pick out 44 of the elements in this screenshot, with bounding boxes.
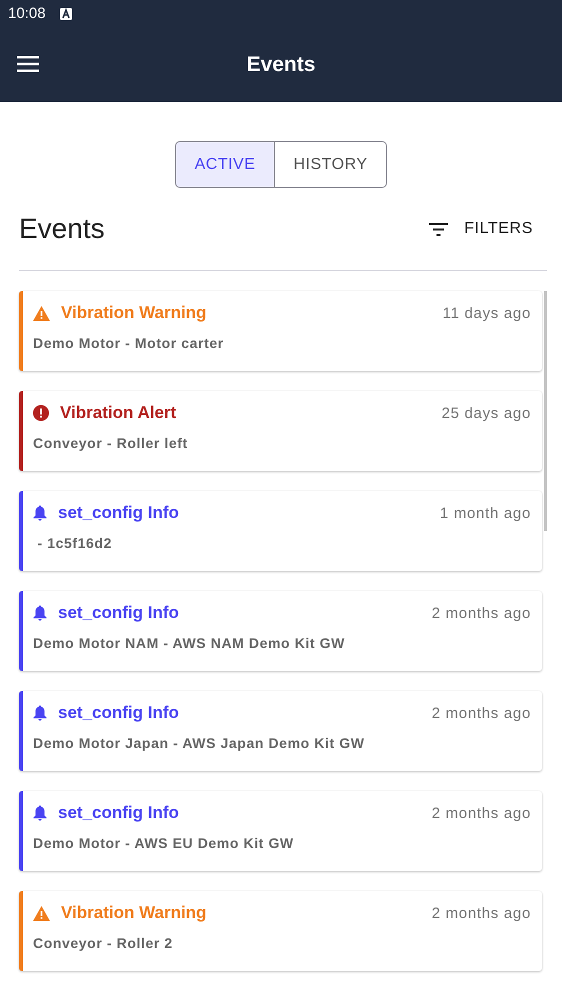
- bell-icon: [33, 705, 47, 721]
- error-icon: [33, 405, 49, 421]
- event-time: 2 months ago: [432, 904, 531, 922]
- event-card[interactable]: Vibration Warning 11 days ago Demo Motor - Motor carter: [19, 291, 542, 371]
- bell-icon: [33, 505, 47, 521]
- event-time: 2 months ago: [432, 804, 531, 822]
- event-title: set_config Info: [58, 603, 179, 623]
- event-card[interactable]: Vibration Alert 25 days ago Conveyor - Roller left: [19, 391, 542, 471]
- tab[interactable]: ACTIVE: [175, 141, 275, 188]
- event-card[interactable]: set_config Info 1 month ago - 1c5f16d2: [19, 491, 542, 571]
- event-card[interactable]: set_config Info 2 months ago Demo Motor NAM - AWS NAM Demo Kit GW: [19, 591, 542, 671]
- app-title: Events: [246, 52, 316, 76]
- event-title: set_config Info: [58, 503, 179, 523]
- event-source: Demo Motor Japan - AWS Japan Demo Kit GW: [33, 735, 366, 751]
- event-time: 2 months ago: [432, 704, 531, 722]
- event-title: set_config Info: [58, 703, 179, 723]
- filters-button[interactable]: FILTERS: [425, 216, 533, 242]
- event-title: Vibration Alert: [60, 403, 176, 423]
- event-time: 25 days ago: [442, 404, 531, 422]
- menu-icon[interactable]: [17, 56, 39, 72]
- warning-icon: [33, 306, 50, 320]
- event-source: Conveyor - Roller left: [33, 435, 189, 451]
- event-source: Demo Motor - Motor carter: [33, 335, 225, 351]
- event-card[interactable]: Vibration Warning 2 months ago Conveyor - Roller 2: [19, 891, 542, 971]
- event-source: Demo Motor NAM - AWS NAM Demo Kit GW: [33, 635, 346, 651]
- tab[interactable]: HISTORY: [275, 141, 387, 188]
- event-time: 2 months ago: [432, 604, 531, 622]
- bell-icon: [33, 805, 47, 821]
- event-title: set_config Info: [58, 803, 179, 823]
- status-time: 10:08: [8, 5, 46, 22]
- notification-icon: [60, 8, 72, 20]
- bell-icon: [33, 605, 47, 621]
- event-time: 1 month ago: [440, 504, 531, 522]
- event-source: Conveyor - Roller 2: [33, 935, 174, 951]
- event-source: - 1c5f16d2: [36, 535, 113, 551]
- section-title: Events: [19, 213, 105, 245]
- event-title: Vibration Warning: [61, 303, 206, 323]
- event-card[interactable]: set_config Info 2 months ago Demo Motor Japan - AWS Japan Demo Kit GW: [19, 691, 542, 771]
- event-card[interactable]: set_config Info 2 months ago Demo Motor - AWS EU Demo Kit GW: [19, 791, 542, 871]
- filter-icon: [429, 222, 448, 236]
- event-source: Demo Motor - AWS EU Demo Kit GW: [33, 835, 295, 851]
- event-time: 11 days ago: [442, 304, 531, 322]
- warning-icon: [33, 906, 50, 920]
- event-title: Vibration Warning: [61, 903, 206, 923]
